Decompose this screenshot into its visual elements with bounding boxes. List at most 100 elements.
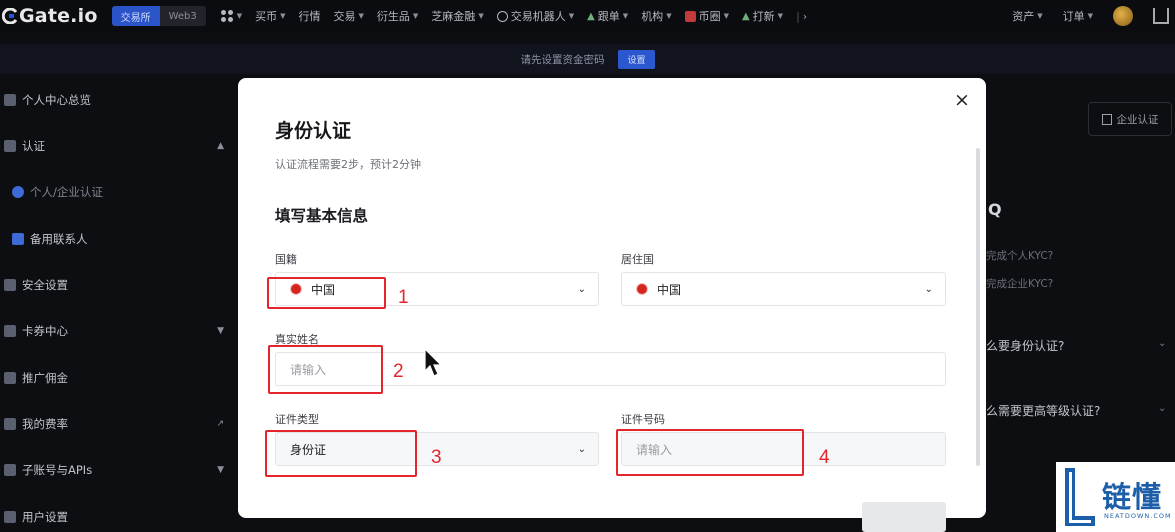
gate-logo-icon (2, 8, 18, 24)
nav-assets[interactable]: 资产 ▼ (1012, 8, 1042, 24)
set-password-button[interactable]: 设置 (618, 49, 655, 69)
nav-label: 交易 (333, 10, 356, 23)
sidebar-item-kyc[interactable]: 个人/企业认证 (0, 180, 232, 204)
nationality-label: 国籍 (275, 253, 297, 266)
chevron-down-icon: ▼ (217, 465, 224, 475)
sidebar-item-label: 推广佣金 (22, 371, 68, 385)
top-navigation: Gate.io 交易所 Web3 ▼ 买币 ▼ 行情 交易 ▼ 衍生品 ▼ 芝麻金融 ▼… (0, 0, 1175, 32)
nav-label: 订单 (1062, 10, 1085, 23)
annotation-number: 2 (393, 361, 404, 382)
faq-question[interactable]: 么需要更高等级认证? (986, 402, 1100, 419)
id-type-label: 证件类型 (275, 413, 319, 426)
nav-label: 跟单 (597, 10, 620, 23)
sidebar-item-verification[interactable]: 认证 ▲ (0, 134, 232, 158)
api-icon (4, 464, 16, 476)
nav-label: 衍生品 (376, 10, 410, 23)
chevron-down-icon: ▼ (412, 12, 419, 20)
gate-logo[interactable]: Gate.io (0, 5, 98, 27)
referral-icon (4, 372, 16, 384)
annotation-box-4 (616, 429, 804, 476)
chevron-down-icon: ▼ (666, 12, 672, 20)
sidebar-item-backup-contact[interactable]: 备用联系人 (0, 227, 232, 251)
chevron-down-icon: ▼ (1037, 12, 1043, 20)
sidebar-item-label: 子账号与APIs (22, 463, 93, 477)
chevron-down-icon: ⌄ (1158, 338, 1167, 349)
faq-link[interactable]: 完成个人KYC? (986, 248, 1053, 263)
business-verify-button[interactable]: 企业认证 (1088, 102, 1172, 136)
nav-label: 行情 (298, 10, 321, 23)
nav-launchpad[interactable]: ▲ 打新 ▼ (742, 8, 783, 24)
nav-community[interactable]: 币圈 ▼ (684, 8, 729, 24)
bot-icon (496, 10, 508, 22)
nav-copy-trading[interactable]: ▲ 跟单 ▼ (587, 8, 628, 24)
shield-icon (4, 279, 16, 291)
sidebar-item-referral[interactable]: 推广佣金 (0, 366, 232, 390)
sidebar-item-label: 个人中心总览 (22, 93, 91, 107)
sidebar-item-label: 认证 (22, 139, 45, 153)
chevron-down-icon: ⌄ (924, 283, 933, 295)
mode-tab-exchange[interactable]: 交易所 (111, 6, 160, 26)
residence-select[interactable]: 中国 ⌄ (621, 272, 946, 306)
sidebar-item-label: 卡券中心 (22, 324, 68, 338)
chevron-down-icon: ▼ (217, 326, 224, 336)
community-icon (684, 10, 696, 22)
nav-orders[interactable]: 订单 ▼ (1063, 8, 1093, 24)
sidebar-item-security[interactable]: 安全设置 (0, 273, 232, 297)
annotation-box-3 (265, 430, 417, 477)
sidebar-item-subaccounts[interactable]: 子账号与APIs ▼ (0, 458, 232, 482)
logo-text: Gate.io (19, 5, 98, 27)
chevron-down-icon: ▼ (280, 12, 286, 20)
verify-icon (4, 140, 16, 152)
nav-institutional[interactable]: 机构 ▼ (641, 8, 671, 24)
id-number-label: 证件号码 (621, 413, 665, 426)
mouse-cursor-icon (424, 348, 443, 377)
notice-bar: 请先设置资金密码 设置 (0, 44, 1175, 74)
chevron-up-icon: ▲ (217, 141, 224, 151)
sidebar-item-label: 我的费率 (22, 417, 68, 431)
close-icon[interactable]: × (952, 90, 972, 110)
annotation-box-1 (267, 277, 386, 309)
nav-more[interactable]: | › (796, 10, 807, 23)
nav-label: 币圈 (698, 10, 721, 23)
sidebar-item-overview[interactable]: 个人中心总览 (0, 88, 232, 112)
contact-icon (12, 233, 24, 245)
chevron-down-icon: ▼ (622, 12, 629, 20)
nav-derivatives[interactable]: 衍生品 ▼ (377, 8, 418, 24)
sidebar-item-label: 用户设置 (22, 510, 68, 524)
next-button[interactable] (862, 502, 946, 532)
flame-icon: ▲ (741, 10, 750, 22)
watermark-site: NEATDOWN.COM (1104, 512, 1172, 520)
sidebar-item-fees[interactable]: 我的费率 ↗ (0, 412, 232, 436)
user-icon (12, 186, 24, 198)
avatar[interactable] (1113, 6, 1133, 26)
nav-buy-crypto[interactable]: 买币 ▼ (255, 8, 285, 24)
chevron-down-icon: ⌄ (577, 443, 586, 455)
ticket-icon (4, 325, 16, 337)
nav-trading-bot[interactable]: 交易机器人 ▼ (496, 8, 575, 24)
residence-label: 居住国 (621, 253, 654, 266)
nav-trade[interactable]: 交易 ▼ (334, 8, 364, 24)
modal-subtitle: 认证流程需要2步，预计2分钟 (275, 158, 421, 171)
apps-menu[interactable]: ▼ (220, 9, 242, 23)
nav-label: 机构 (641, 10, 664, 23)
sidebar-item-coupons[interactable]: 卡券中心 ▼ (0, 319, 232, 343)
logout-icon[interactable] (1153, 8, 1169, 24)
chevron-down-icon: ▼ (777, 12, 784, 20)
business-verify-label: 企业认证 (1116, 113, 1159, 126)
notice-text: 请先设置资金密码 (520, 53, 605, 66)
faq-link[interactable]: 完成企业KYC? (986, 276, 1053, 291)
annotation-box-2 (268, 345, 383, 394)
nav-finance[interactable]: 芝麻金融 ▼ (431, 8, 483, 24)
grid-icon (220, 10, 233, 22)
chevron-down-icon: ▼ (568, 12, 575, 20)
nav-markets[interactable]: 行情 (299, 8, 321, 24)
faq-question[interactable]: 么要身份认证? (986, 337, 1064, 354)
modal-title: 身份认证 (275, 120, 352, 142)
mode-tab-web3[interactable]: Web3 (159, 6, 206, 26)
modal-scrollbar[interactable] (976, 148, 980, 466)
annotation-number: 4 (819, 447, 830, 468)
chevron-down-icon: ▼ (358, 12, 364, 20)
main-nav: ▼ 买币 ▼ 行情 交易 ▼ 衍生品 ▼ 芝麻金融 ▼ 交易机器人 ▼ ▲ 跟单 ▼ 机构 ▼ … (220, 8, 820, 24)
chevron-down-icon: ▼ (478, 12, 484, 20)
sidebar-item-settings[interactable]: 用户设置 (0, 505, 232, 529)
